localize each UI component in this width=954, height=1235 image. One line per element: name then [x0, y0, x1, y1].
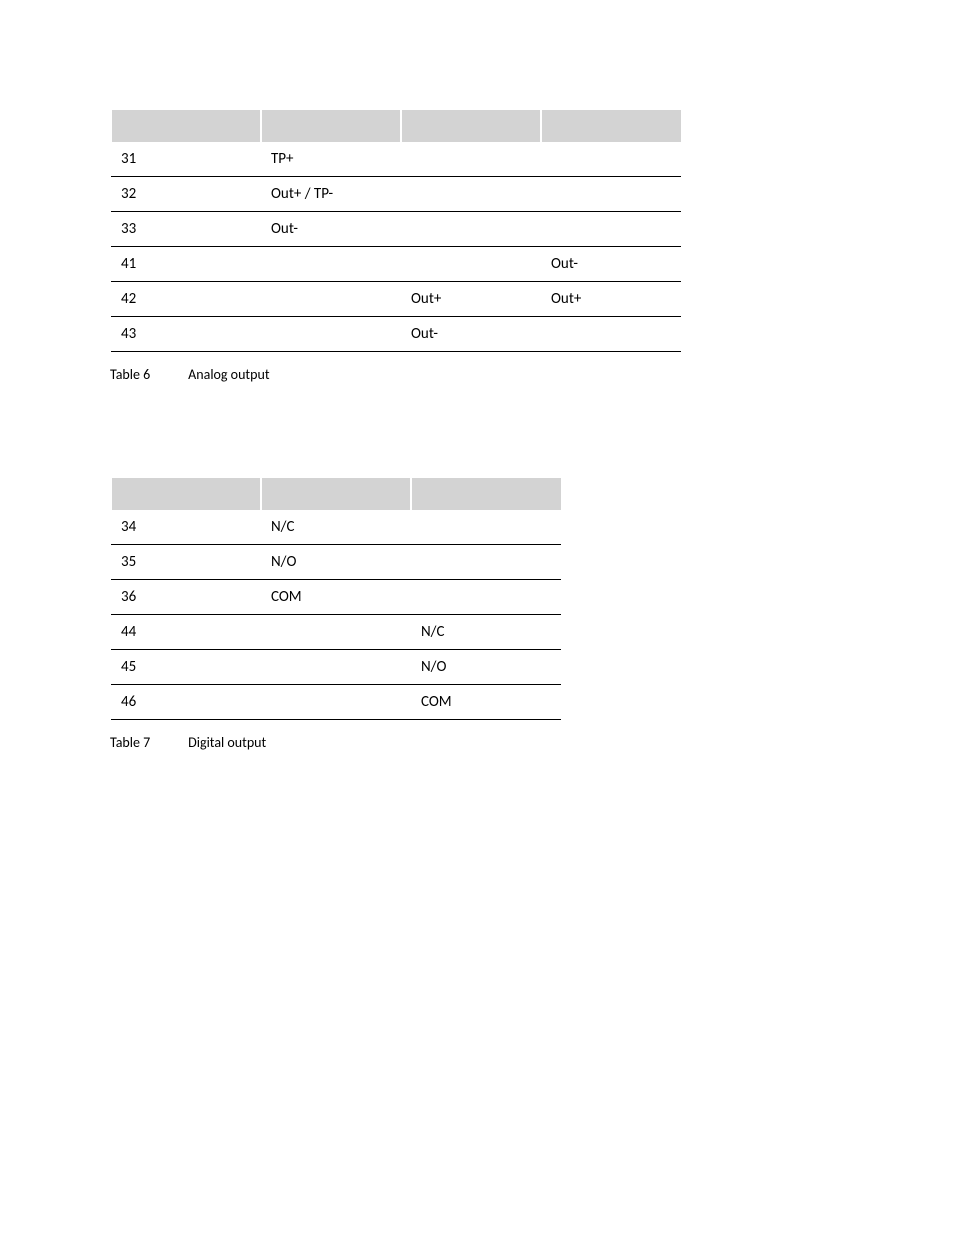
cell-c2: COM [411, 685, 561, 720]
cell-c1 [261, 317, 401, 352]
cell-pin: 35 [111, 545, 261, 580]
caption-number: Table 7 [110, 734, 185, 751]
cell-c2: Out+ [401, 282, 541, 317]
table-header [111, 478, 561, 510]
table-row: 46 COM [111, 685, 561, 720]
cell-c2 [401, 247, 541, 282]
table-row: 33 Out- [111, 212, 681, 247]
table-row: 41 Out- [111, 247, 681, 282]
cell-pin: 34 [111, 510, 261, 545]
cell-c1 [261, 685, 411, 720]
cell-c1 [261, 247, 401, 282]
cell-c2 [401, 212, 541, 247]
cell-c1: N/C [261, 510, 411, 545]
cell-pin: 46 [111, 685, 261, 720]
cell-c1 [261, 650, 411, 685]
table-row: 36 COM [111, 580, 561, 615]
cell-pin: 32 [111, 177, 261, 212]
table-row: 43 Out- [111, 317, 681, 352]
table-row: 34 N/C [111, 510, 561, 545]
table-row: 42 Out+ Out+ [111, 282, 681, 317]
cell-pin: 42 [111, 282, 261, 317]
cell-c3 [541, 317, 681, 352]
cell-c1: Out+ / TP- [261, 177, 401, 212]
caption-text: Analog output [188, 366, 269, 383]
cell-c3 [541, 142, 681, 177]
caption-number: Table 6 [110, 366, 185, 383]
cell-pin: 41 [111, 247, 261, 282]
cell-c2 [411, 580, 561, 615]
table-caption: Table 6 Analog output [110, 366, 844, 383]
table-row: 35 N/O [111, 545, 561, 580]
table-row: 44 N/C [111, 615, 561, 650]
cell-c3: Out+ [541, 282, 681, 317]
table-row: 45 N/O [111, 650, 561, 685]
cell-c3 [541, 177, 681, 212]
table-row: 31 TP+ [111, 142, 681, 177]
cell-pin: 33 [111, 212, 261, 247]
cell-c3 [541, 212, 681, 247]
cell-c1 [261, 615, 411, 650]
table-caption: Table 7 Digital output [110, 734, 844, 751]
cell-pin: 44 [111, 615, 261, 650]
cell-c2: Out- [401, 317, 541, 352]
table-row: 32 Out+ / TP- [111, 177, 681, 212]
cell-c2 [411, 545, 561, 580]
cell-pin: 36 [111, 580, 261, 615]
caption-text: Digital output [188, 734, 266, 751]
cell-c1: COM [261, 580, 411, 615]
table-analog-output: 31 TP+ 32 Out+ / TP- 33 Out- 41 [110, 110, 681, 352]
table-digital-output: 34 N/C 35 N/O 36 COM 44 N/C 45 [110, 478, 561, 720]
cell-c2 [401, 142, 541, 177]
table-header [111, 110, 681, 142]
cell-c1: Out- [261, 212, 401, 247]
cell-c2 [411, 510, 561, 545]
cell-pin: 45 [111, 650, 261, 685]
cell-c2 [401, 177, 541, 212]
cell-c1 [261, 282, 401, 317]
cell-c3: Out- [541, 247, 681, 282]
cell-pin: 43 [111, 317, 261, 352]
cell-c1: N/O [261, 545, 411, 580]
cell-c2: N/O [411, 650, 561, 685]
cell-c2: N/C [411, 615, 561, 650]
cell-c1: TP+ [261, 142, 401, 177]
cell-pin: 31 [111, 142, 261, 177]
